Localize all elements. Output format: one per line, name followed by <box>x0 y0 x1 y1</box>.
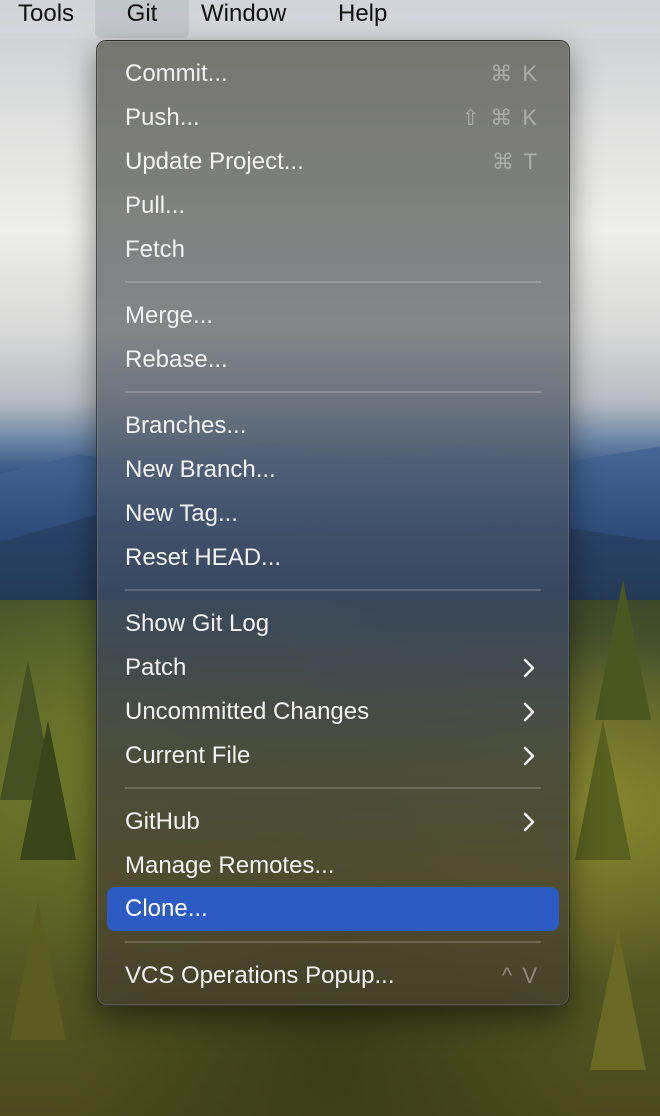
wallpaper-tree <box>20 720 76 860</box>
menu-item-label: Manage Remotes... <box>125 852 335 879</box>
menu-bar: Tools Git Window Help <box>0 0 660 38</box>
wallpaper-tree <box>595 580 651 720</box>
menu-item-label: Commit... <box>125 60 228 87</box>
menu-item-current-file[interactable]: Current File <box>107 734 559 778</box>
menu-item-label: Fetch <box>125 236 186 263</box>
chevron-right-icon <box>523 702 535 722</box>
menu-item-uncommitted-changes[interactable]: Uncommitted Changes <box>107 690 559 734</box>
menu-separator <box>125 787 541 789</box>
menu-item-shortcut: ⌘ T <box>491 149 539 174</box>
wallpaper-tree <box>10 900 66 1040</box>
menu-item-shortcut: ⌘ K <box>490 61 539 86</box>
menu-item-label: Push... <box>125 104 200 131</box>
menu-item-label: Patch <box>125 654 187 681</box>
menu-item-shortcut: ^ V <box>501 963 539 988</box>
menu-item-clone[interactable]: Clone... <box>107 887 559 931</box>
menubar-item-git[interactable]: Git <box>95 0 189 38</box>
menu-separator <box>125 589 541 591</box>
menu-item-label: GitHub <box>125 808 200 835</box>
menu-item-reset-head[interactable]: Reset HEAD... <box>107 536 559 580</box>
menu-item-merge[interactable]: Merge... <box>107 294 559 338</box>
menu-item-new-branch[interactable]: New Branch... <box>107 448 559 492</box>
menu-item-label: VCS Operations Popup... <box>125 962 395 989</box>
chevron-right-icon <box>523 658 535 678</box>
menu-item-update-project[interactable]: Update Project... ⌘ T <box>107 140 559 184</box>
menu-item-label: New Tag... <box>125 500 238 527</box>
menu-item-shortcut: ⇧ ⌘ K <box>461 105 539 130</box>
menu-item-label: Update Project... <box>125 148 304 175</box>
menu-separator <box>125 391 541 393</box>
menu-item-label: New Branch... <box>125 456 276 483</box>
chevron-right-icon <box>523 812 535 832</box>
menu-item-commit[interactable]: Commit... ⌘ K <box>107 52 559 96</box>
menu-item-manage-remotes[interactable]: Manage Remotes... <box>107 844 559 888</box>
menu-item-rebase[interactable]: Rebase... <box>107 338 559 382</box>
menubar-item-window[interactable]: Window <box>201 0 286 38</box>
wallpaper-tree <box>575 720 631 860</box>
menubar-item-tools[interactable]: Tools <box>18 0 74 38</box>
menu-separator <box>125 941 541 943</box>
chevron-right-icon <box>523 746 535 766</box>
menu-item-label: Rebase... <box>125 346 228 373</box>
menu-item-label: Uncommitted Changes <box>125 698 370 725</box>
wallpaper-tree <box>590 930 646 1070</box>
menu-item-new-tag[interactable]: New Tag... <box>107 492 559 536</box>
menu-item-push[interactable]: Push... ⇧ ⌘ K <box>107 96 559 140</box>
menu-item-label: Clone... <box>125 895 208 922</box>
menu-item-label: Pull... <box>125 192 186 219</box>
menu-item-label: Merge... <box>125 302 214 329</box>
menu-item-pull[interactable]: Pull... <box>107 184 559 228</box>
menu-item-label: Branches... <box>125 412 247 439</box>
menu-item-patch[interactable]: Patch <box>107 646 559 690</box>
menu-item-github[interactable]: GitHub <box>107 800 559 844</box>
menu-item-label: Current File <box>125 742 251 769</box>
menu-item-fetch[interactable]: Fetch <box>107 228 559 272</box>
menu-separator <box>125 281 541 283</box>
menu-item-label: Reset HEAD... <box>125 544 282 571</box>
menu-item-label: Show Git Log <box>125 610 270 637</box>
menu-item-vcs-operations-popup[interactable]: VCS Operations Popup... ^ V <box>107 954 559 998</box>
menubar-item-help[interactable]: Help <box>338 0 387 38</box>
git-menu: Commit... ⌘ K Push... ⇧ ⌘ K Update Proje… <box>96 40 570 1006</box>
menu-item-show-git-log[interactable]: Show Git Log <box>107 602 559 646</box>
menu-item-branches[interactable]: Branches... <box>107 404 559 448</box>
